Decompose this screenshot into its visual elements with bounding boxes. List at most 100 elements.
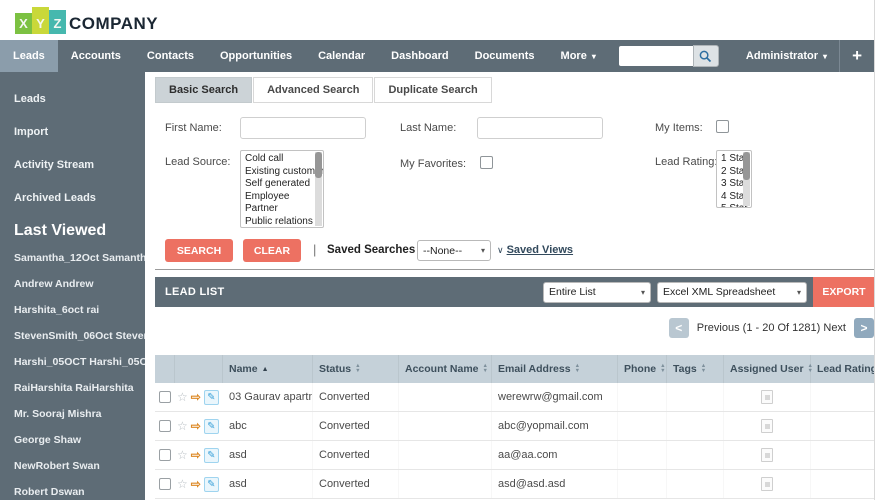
lead-source-option[interactable]: Partner xyxy=(245,203,323,216)
export-button[interactable]: EXPORT xyxy=(813,277,874,307)
favorite-star-icon[interactable]: ☆ xyxy=(177,419,188,433)
last-viewed-item[interactable]: RaiHarshita RaiHarshita xyxy=(0,375,145,401)
last-viewed-item[interactable]: Harshita_6oct rai xyxy=(0,297,145,323)
last-name-input[interactable] xyxy=(477,117,603,139)
nav-item[interactable]: Accounts xyxy=(58,40,134,72)
my-items-checkbox[interactable] xyxy=(716,120,729,133)
nav-item[interactable]: Dashboard xyxy=(378,40,461,72)
listbox-scrollbar[interactable] xyxy=(315,152,322,226)
favorite-star-icon[interactable]: ☆ xyxy=(177,390,188,404)
saved-searches-select[interactable]: --None-- ▾ xyxy=(417,240,491,261)
table-row: ☆ ⇨ ✎ 03 Gaurav apartment Converted were… xyxy=(155,383,874,412)
favorite-star-icon[interactable]: ☆ xyxy=(177,477,188,491)
search-tab[interactable]: Basic Search xyxy=(155,77,252,103)
clear-button[interactable]: CLEAR xyxy=(243,239,301,262)
row-checkbox[interactable] xyxy=(159,449,171,461)
column-header-account-name[interactable]: Account Name ▲▼ xyxy=(399,355,492,383)
cell-name[interactable]: 03 Gaurav apartment xyxy=(223,383,313,411)
column-header-assigned-user[interactable]: Assigned User ▲▼ xyxy=(724,355,811,383)
last-viewed-item[interactable]: NewRobert Swan xyxy=(0,453,145,479)
sidebar-item[interactable]: Archived Leads xyxy=(0,181,145,214)
last-viewed-item[interactable]: StevenSmith_06Oct StevenS... xyxy=(0,323,145,349)
next-label[interactable]: Next xyxy=(823,322,846,334)
quick-create-button[interactable]: + xyxy=(840,40,874,72)
last-viewed-list: Samantha_12Oct Samantha_1... Andrew Andr… xyxy=(0,245,145,500)
row-checkbox[interactable] xyxy=(159,420,171,432)
column-header-lead-rating[interactable]: Lead Rating ▲▼ xyxy=(811,355,874,383)
saved-views-link[interactable]: ∨ Saved Views xyxy=(497,244,573,256)
lead-rating-listbox[interactable]: 1 Star2 Star3 Star4 Star5 Star xyxy=(716,150,752,208)
lead-source-listbox[interactable]: Cold callExisting customerSelf generated… xyxy=(240,150,324,228)
column-header-tags[interactable]: Tags ▲▼ xyxy=(667,355,724,383)
row-actions: ☆ ⇨ ✎ xyxy=(175,441,223,469)
sidebar-item[interactable]: Leads xyxy=(0,82,145,115)
column-header-email-address[interactable]: Email Address ▲▼ xyxy=(492,355,618,383)
export-format-select[interactable]: Excel XML Spreadsheet ▾ xyxy=(657,282,807,303)
row-checkbox[interactable] xyxy=(159,478,171,490)
favorite-star-icon[interactable]: ☆ xyxy=(177,448,188,462)
last-viewed-item[interactable]: George Shaw xyxy=(0,427,145,453)
edit-icon[interactable]: ✎ xyxy=(204,419,219,434)
lead-source-option[interactable]: Public relations xyxy=(245,216,323,229)
last-viewed-item[interactable]: Samantha_12Oct Samantha_1... xyxy=(0,245,145,271)
last-viewed-item[interactable]: Robert Dswan xyxy=(0,479,145,500)
last-viewed-item[interactable]: Andrew Andrew xyxy=(0,271,145,297)
edit-icon[interactable]: ✎ xyxy=(204,448,219,463)
cell-status: Converted xyxy=(313,441,399,469)
cell-email[interactable]: asd@asd.asd xyxy=(492,470,618,498)
lead-source-option[interactable]: Existing customer xyxy=(245,166,323,179)
previous-page-button[interactable]: < xyxy=(669,318,689,338)
listbox-scrollbar[interactable] xyxy=(743,152,750,206)
nav-item[interactable]: Calendar xyxy=(305,40,378,72)
cell-assigned-user xyxy=(724,470,811,498)
last-viewed-item[interactable]: Mr. Sooraj Mishra xyxy=(0,401,145,427)
convert-lead-icon[interactable]: ⇨ xyxy=(191,390,201,404)
lead-source-option[interactable]: Self generated xyxy=(245,178,323,191)
row-checkbox[interactable] xyxy=(159,391,171,403)
lead-source-option[interactable]: Cold call xyxy=(245,153,323,166)
user-menu[interactable]: Administrator ▾ xyxy=(734,40,839,72)
cell-lead-rating xyxy=(811,470,874,498)
next-page-button[interactable]: > xyxy=(854,318,874,338)
chevron-down-icon: ▾ xyxy=(823,52,827,61)
first-name-input[interactable] xyxy=(240,117,366,139)
convert-lead-icon[interactable]: ⇨ xyxy=(191,477,201,491)
cell-name[interactable]: asd xyxy=(223,441,313,469)
column-header-status[interactable]: Status ▲▼ xyxy=(313,355,399,383)
sidebar-item[interactable]: Import xyxy=(0,115,145,148)
convert-lead-icon[interactable]: ⇨ xyxy=(191,419,201,433)
search-button[interactable] xyxy=(693,45,719,67)
search-tab[interactable]: Advanced Search xyxy=(253,77,373,103)
sidebar-item[interactable]: Activity Stream xyxy=(0,148,145,181)
edit-icon[interactable]: ✎ xyxy=(204,477,219,492)
nav-item-more[interactable]: More ▾ xyxy=(548,40,609,72)
lead-source-options: Cold callExisting customerSelf generated… xyxy=(241,151,323,228)
nav-item[interactable]: Contacts xyxy=(134,40,207,72)
nav-item[interactable]: Leads xyxy=(0,40,58,72)
global-search-input[interactable] xyxy=(619,46,693,66)
avatar-placeholder-icon xyxy=(761,390,773,404)
my-favorites-checkbox[interactable] xyxy=(480,156,493,169)
cell-email[interactable]: werewrw@gmail.com xyxy=(492,383,618,411)
column-header-phone[interactable]: Phone ▲▼ xyxy=(618,355,667,383)
column-header-name[interactable]: Name ▲ xyxy=(223,355,313,383)
cell-name[interactable]: abc xyxy=(223,412,313,440)
cell-email[interactable]: aa@aa.com xyxy=(492,441,618,469)
previous-label[interactable]: Previous xyxy=(697,322,740,334)
chevron-down-icon: ∨ xyxy=(497,245,504,256)
last-viewed-item[interactable]: Harshi_05OCT Harshi_05OCT xyxy=(0,349,145,375)
cell-name[interactable]: asd xyxy=(223,470,313,498)
search-tab[interactable]: Duplicate Search xyxy=(374,77,491,103)
nav-item[interactable]: Opportunities xyxy=(207,40,305,72)
convert-lead-icon[interactable]: ⇨ xyxy=(191,448,201,462)
lead-source-option[interactable]: Employee xyxy=(245,191,323,204)
pagination-text: Previous (1 - 20 Of 1281) Next xyxy=(697,322,846,334)
edit-icon[interactable]: ✎ xyxy=(204,390,219,405)
export-range-select[interactable]: Entire List ▾ xyxy=(543,282,651,303)
avatar-placeholder-icon xyxy=(761,448,773,462)
nav-item[interactable]: Documents xyxy=(462,40,548,72)
search-submit-button[interactable]: SEARCH xyxy=(165,239,233,262)
company-logo[interactable]: X Y Z COMPANY xyxy=(15,7,158,34)
cell-email[interactable]: abc@yopmail.com xyxy=(492,412,618,440)
plus-icon: + xyxy=(852,46,862,66)
